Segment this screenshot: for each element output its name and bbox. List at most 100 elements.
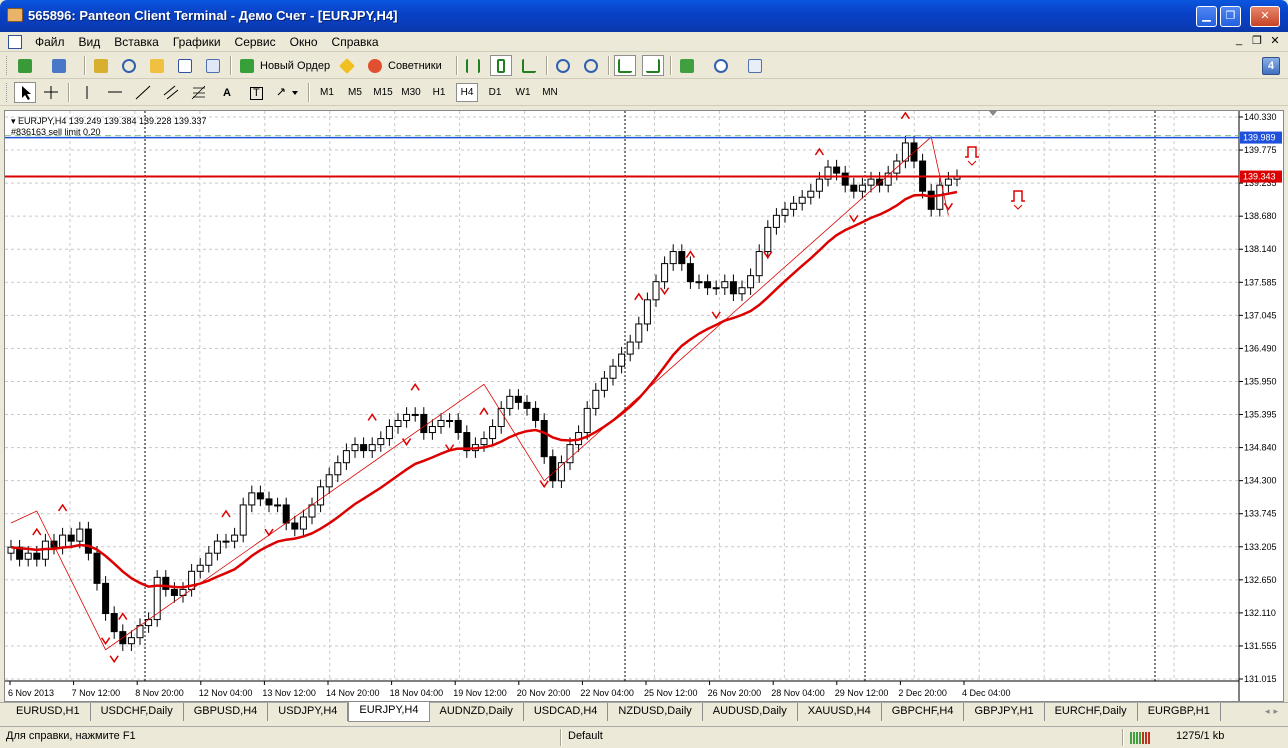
tab-nzdusd-daily[interactable]: NZDUSD,Daily	[608, 703, 703, 721]
market-watch-button[interactable]	[90, 55, 112, 76]
time-tick-label: 6 Nov 2013	[8, 688, 54, 698]
toolbar-grip[interactable]	[6, 56, 9, 75]
chart-shift-icon	[646, 59, 660, 73]
menu-help[interactable]: Справка	[325, 35, 386, 49]
price-tick-label: 134.300	[1244, 476, 1277, 486]
candle-body	[102, 582, 110, 615]
metaeditor-button[interactable]	[336, 55, 358, 76]
menu-charts[interactable]: Графики	[166, 35, 228, 49]
data-window-button[interactable]	[118, 55, 140, 76]
timeframe-m1[interactable]: M1	[316, 83, 338, 102]
candle-body	[695, 281, 703, 284]
timeframe-m5[interactable]: M5	[344, 83, 366, 102]
candle-body	[514, 395, 522, 403]
tab-audusd-daily[interactable]: AUDUSD,Daily	[703, 703, 798, 721]
tab-gbpjpy-h1[interactable]: GBPJPY,H1	[964, 703, 1045, 721]
candle-body	[248, 492, 256, 506]
tab-xauusd-h4[interactable]: XAUUSD,H4	[798, 703, 882, 721]
minimize-button[interactable]: ▁	[1196, 6, 1217, 27]
tab-gbpchf-h4[interactable]: GBPCHF,H4	[882, 703, 965, 721]
menu-view[interactable]: Вид	[72, 35, 108, 49]
timeframe-h1[interactable]: H1	[428, 83, 450, 102]
candle-body	[592, 389, 600, 409]
timeframe-m15[interactable]: M15	[370, 83, 396, 102]
templates-button[interactable]	[744, 55, 774, 76]
time-tick-label: 18 Nov 04:00	[390, 688, 444, 698]
candle-body	[179, 588, 187, 596]
trend-line-button[interactable]	[132, 82, 154, 103]
tab-eurgbp-h1[interactable]: EURGBP,H1	[1138, 703, 1221, 721]
tab-scroll-arrows[interactable]: ◂▸	[1265, 706, 1282, 717]
horizontal-line-button[interactable]	[104, 82, 126, 103]
zoom-out-button[interactable]	[580, 55, 602, 76]
tab-eurchf-daily[interactable]: EURCHF,Daily	[1045, 703, 1138, 721]
zoom-in-button[interactable]	[552, 55, 574, 76]
chart-canvas[interactable]: 140.330139.775139.235138.680138.140137.5…	[5, 111, 1283, 701]
tab-usdjpy-h4[interactable]: USDJPY,H4	[268, 703, 349, 721]
profiles-button[interactable]	[48, 55, 78, 76]
zoom-out-icon	[584, 59, 598, 73]
text-button[interactable]: A	[216, 82, 238, 103]
new-order-button[interactable]: Новый Ордер	[236, 55, 332, 76]
menu-window[interactable]: Окно	[283, 35, 325, 49]
candle-body	[549, 456, 557, 482]
line-chart-button[interactable]	[518, 55, 540, 76]
tab-gbpusd-h4[interactable]: GBPUSD,H4	[184, 703, 269, 721]
expert-advisors-label: Советники	[388, 60, 442, 72]
mdi-minimize-button[interactable]: _	[1232, 34, 1246, 47]
timeframe-m30[interactable]: M30	[398, 83, 424, 102]
equidistant-channel-button[interactable]	[160, 82, 182, 103]
time-tick-label: 4 Dec 04:00	[962, 688, 1011, 698]
drawing-toolbar: A T M1 M5 M15 M30 H1 H4 D1 W1 MN	[0, 79, 1288, 106]
candle-body	[652, 281, 660, 301]
vertical-line-button[interactable]	[76, 82, 98, 103]
chart-shift-button[interactable]	[642, 55, 664, 76]
mdi-restore-button[interactable]: ❐	[1250, 34, 1264, 47]
expert-advisors-button[interactable]: Советники	[364, 55, 450, 76]
tab-audnzd-daily[interactable]: AUDNZD,Daily	[430, 703, 524, 721]
auto-scroll-button[interactable]	[614, 55, 636, 76]
bar-chart-button[interactable]	[462, 55, 484, 76]
fractal-up-arrow	[410, 382, 420, 391]
fibonacci-button[interactable]	[188, 82, 210, 103]
title-bar: 565896: Panteon Client Terminal - Демо С…	[0, 0, 1288, 32]
timeframe-w1[interactable]: W1	[512, 83, 534, 102]
timeframe-d1[interactable]: D1	[484, 83, 506, 102]
terminal-button[interactable]	[174, 55, 196, 76]
tab-eurjpy-h4[interactable]: EURJPY,H4	[348, 702, 430, 722]
timeframe-h4[interactable]: H4	[456, 83, 478, 102]
candle-body	[678, 251, 686, 265]
tab-eurusd-h1[interactable]: EURUSD,H1	[6, 703, 91, 721]
candle-body	[411, 413, 419, 416]
candle-body	[84, 528, 92, 554]
price-tick-label: 133.745	[1244, 509, 1277, 519]
maximize-button[interactable]: ❐	[1220, 6, 1241, 27]
mdi-close-button[interactable]: ✕	[1268, 34, 1282, 47]
candle-body	[944, 178, 952, 186]
periods-button[interactable]	[710, 55, 740, 76]
tab-usdcad-h4[interactable]: USDCAD,H4	[524, 703, 609, 721]
candle-body	[936, 184, 944, 210]
price-chart[interactable]: 140.330 139.775 139.235 138.680 138.140 137.5…	[4, 110, 1284, 702]
chart-window-icon[interactable]	[8, 35, 22, 49]
candlestick-button[interactable]	[490, 55, 512, 76]
arrows-button[interactable]	[272, 82, 302, 103]
toolbar-grip[interactable]	[6, 83, 9, 102]
candle-body	[618, 353, 626, 367]
menu-insert[interactable]: Вставка	[107, 35, 166, 49]
strategy-tester-button[interactable]	[202, 55, 224, 76]
tab-usdchf-daily[interactable]: USDCHF,Daily	[91, 703, 184, 721]
timeframe-mn[interactable]: MN	[538, 83, 562, 102]
chart-header: ▾ EURJPY,H4 139.249 139.384 139.228 139.…	[11, 116, 207, 138]
text-label-button[interactable]: T	[244, 82, 266, 103]
new-chart-button[interactable]	[14, 55, 44, 76]
menu-tools[interactable]: Сервис	[228, 35, 283, 49]
indicators-button[interactable]	[676, 55, 706, 76]
menu-file[interactable]: Файл	[28, 35, 72, 49]
cursor-button[interactable]	[14, 82, 36, 103]
market-watch-icon	[94, 59, 108, 73]
crosshair-button[interactable]	[40, 82, 62, 103]
close-button[interactable]: ✕	[1250, 6, 1280, 27]
navigator-button[interactable]	[146, 55, 168, 76]
alerts-count-badge[interactable]: 4	[1262, 57, 1280, 75]
